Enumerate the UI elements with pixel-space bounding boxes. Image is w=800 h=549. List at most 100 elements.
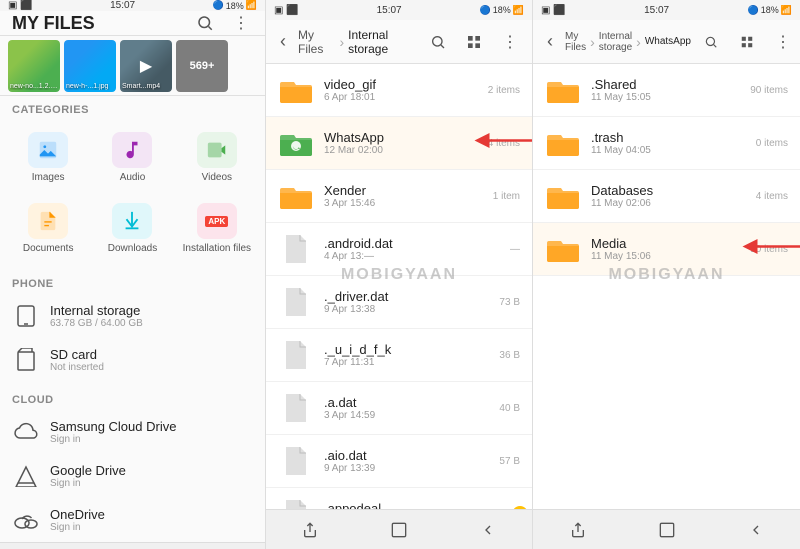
file-item-whatsapp[interactable]: WhatsApp 12 Mar 02:00 4 items [266,117,532,170]
file-meta-databases: 4 items [756,191,788,202]
category-videos[interactable]: Videos [177,124,257,191]
file-name-android-dat: .android.dat [324,236,500,251]
file-item-appodeal[interactable]: .appodeal 6 Apr 00:16 5 B ↑ [266,488,532,509]
grid-view-icon-right[interactable] [735,30,759,54]
mid-panel: MOBIGYAAN ▣ ⬛ 15:07 🔵 18% 📶 ‹ My Files ›… [266,0,533,549]
nav-home-left[interactable] [116,543,148,549]
more-menu-icon[interactable]: ⋮ [229,11,253,35]
category-documents-label: Documents [23,243,74,254]
categories-grid: Images Audio Videos Documents Downloads [0,120,265,266]
file-date-shared: 11 May 15:05 [591,92,740,103]
file-date-databases: 11 May 02:06 [591,198,746,209]
more-menu-icon-mid[interactable]: ⋮ [498,30,522,54]
file-item-driver-dat[interactable]: ._driver.dat 9 Apr 13:38 73 B [266,276,532,329]
mid-file-list: video_gif 6 Apr 18:01 2 items WhatsApp 1… [266,64,532,509]
scroll-indicator: ↑ [512,506,528,509]
file-meta-video-gif: 2 items [488,85,520,96]
arrow-annotation-media [742,237,800,262]
arrow-annotation-whatsapp [474,131,532,156]
recent-more-count[interactable]: 569+ [176,40,228,92]
file-name-video-gif: video_gif [324,77,478,92]
file-item-uid[interactable]: ._u_i_d_f_k 7 Apr 11:31 36 B [266,329,532,382]
nav-share-right[interactable] [562,514,594,546]
bottom-nav-right [533,509,800,549]
search-icon-mid[interactable] [426,30,450,54]
search-icon[interactable] [193,11,217,35]
status-left-icons: ▣ ⬛ [8,0,33,11]
file-date-aio-dat: 9 Apr 13:39 [324,463,489,474]
file-meta-a-dat: 40 B [499,403,520,414]
file-date-whatsapp: 12 Mar 02:00 [324,145,478,156]
file-name-uid: ._u_i_d_f_k [324,342,489,357]
samsung-cloud-item[interactable]: Samsung Cloud Drive Sign in [0,410,265,454]
folder-icon-video-gif [278,72,314,108]
file-item-shared[interactable]: .Shared 11 May 15:05 90 items [533,64,800,117]
internal-storage-sub: 63.78 GB / 64.00 GB [50,318,253,329]
samsung-cloud-label: Samsung Cloud Drive [50,419,253,434]
status-time-mid: 15:07 [377,5,402,16]
file-item-media[interactable]: Media 11 May 15:06 10 items [533,223,800,276]
internal-storage-item[interactable]: Internal storage 63.78 GB / 64.00 GB [0,294,265,338]
file-name-appodeal: .appodeal [324,501,495,509]
onedrive-icon [12,506,40,534]
category-images[interactable]: Images [8,124,88,191]
file-date-video-gif: 6 Apr 18:01 [324,92,478,103]
grid-view-icon-mid[interactable] [462,30,486,54]
file-meta-aio-dat: 57 B [499,456,520,467]
file-meta-android-dat: — [510,244,520,255]
file-item-xender[interactable]: Xender 3 Apr 15:46 1 item [266,170,532,223]
recent-thumb-3[interactable]: ▶ Smart...mp4 [120,40,172,92]
file-name-databases: Databases [591,183,746,198]
file-date-a-dat: 3 Apr 14:59 [324,410,489,421]
back-button-mid[interactable]: ‹ [276,27,290,56]
file-item-trash[interactable]: .trash 11 May 04:05 0 items [533,117,800,170]
sd-card-item[interactable]: SD card Not inserted [0,338,265,382]
category-audio[interactable]: Audio [92,124,172,191]
file-item-a-dat[interactable]: .a.dat 3 Apr 14:59 40 B [266,382,532,435]
nav-share-mid[interactable] [294,514,326,546]
recent-thumb-1[interactable]: new-no...1.2.jpg [8,40,60,92]
file-icon-appodeal [278,496,314,509]
nav-back-mid[interactable] [472,514,504,546]
file-item-video-gif[interactable]: video_gif 6 Apr 18:01 2 items [266,64,532,117]
left-header-icons: ⋮ [193,11,253,35]
category-installation-label: Installation files [183,243,251,254]
cloud-label: CLOUD [0,386,265,410]
breadcrumb-current-mid: Internal storage [348,28,418,56]
google-drive-label: Google Drive [50,463,253,478]
nav-back-right[interactable] [740,514,772,546]
left-panel: ▣ ⬛ 15:07 🔵 18% 📶 MY FILES ⋮ new-no...1.… [0,0,266,549]
file-name-whatsapp: WhatsApp [324,130,478,145]
nav-back-left[interactable] [205,543,237,549]
search-icon-right[interactable] [699,30,723,54]
file-item-databases[interactable]: Databases 11 May 02:06 4 items [533,170,800,223]
breadcrumb-right: My Files › Internal storage › WhatsApp [565,31,691,53]
nav-share-left[interactable] [28,543,60,549]
breadcrumb-mid: My Files › Internal storage [298,28,418,56]
back-button-right[interactable]: ‹ [543,27,557,56]
file-item-aio-dat[interactable]: .aio.dat 9 Apr 13:39 57 B [266,435,532,488]
status-bar-left: ▣ ⬛ 15:07 🔵 18% 📶 [0,0,265,11]
file-name-driver-dat: ._driver.dat [324,289,489,304]
nav-home-right[interactable] [651,514,683,546]
onedrive-item[interactable]: OneDrive Sign in [0,498,265,542]
left-header: MY FILES ⋮ [0,11,265,36]
category-installation-files[interactable]: APK Installation files [177,195,257,262]
category-documents[interactable]: Documents [8,195,88,262]
file-item-android-dat[interactable]: .android.dat 4 Apr 13:— — [266,223,532,276]
category-downloads[interactable]: Downloads [92,195,172,262]
onedrive-label: OneDrive [50,507,253,522]
folder-icon-whatsapp [278,125,314,161]
recent-thumb-2[interactable]: new-h-...1.jpg [64,40,116,92]
more-menu-icon-right[interactable]: ⋮ [771,30,795,54]
file-icon-driver-dat [278,284,314,320]
nav-home-mid[interactable] [383,514,415,546]
file-date-trash: 11 May 04:05 [591,145,746,156]
google-drive-item[interactable]: Google Drive Sign in [0,454,265,498]
file-date-uid: 7 Apr 11:31 [324,357,489,368]
category-videos-label: Videos [202,172,232,183]
phone-icon [12,302,40,330]
file-name-media: Media [591,236,740,251]
onedrive-sub: Sign in [50,522,253,533]
folder-icon-databases [545,178,581,214]
